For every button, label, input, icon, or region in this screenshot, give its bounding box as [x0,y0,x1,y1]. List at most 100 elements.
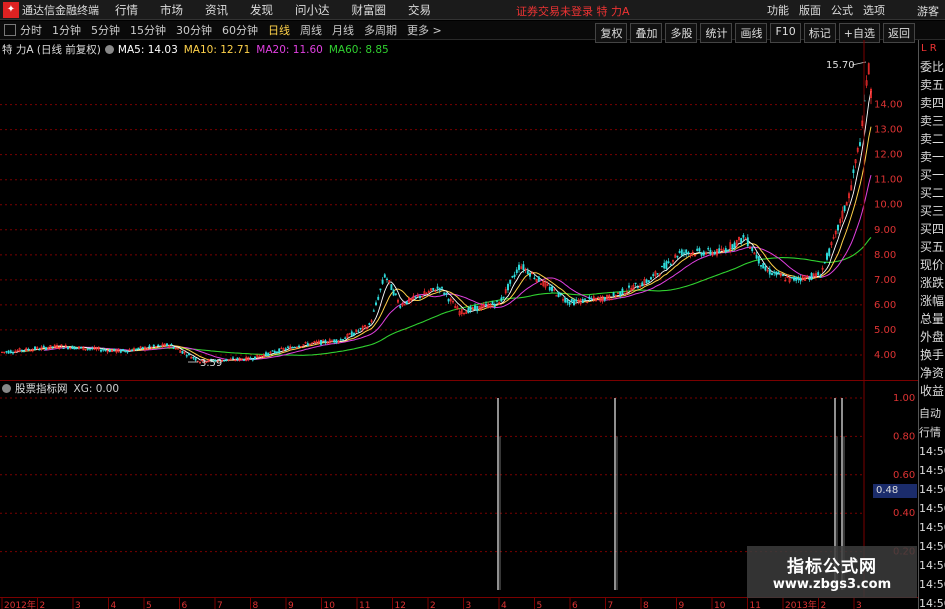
period-monthly[interactable]: 月线 [332,22,354,38]
candle-body [564,297,567,303]
period-5min[interactable]: 5分钟 [91,22,120,38]
candle-body [634,282,637,285]
candle-body [357,330,360,332]
candle-body [381,279,384,284]
candle-body [86,348,89,350]
menu-function[interactable]: 功能 [767,2,789,18]
time-axis-label: 9 [288,601,294,609]
price-tick-label: 7.00 [874,275,896,286]
candle-body [513,274,516,277]
candle-body [808,278,811,280]
candle-body [443,292,446,295]
menu-market[interactable]: 市场 [160,2,183,18]
candle-body [89,348,91,350]
candle-body [291,346,294,349]
menu-trade[interactable]: 交易 [408,2,431,18]
candle-body [727,250,729,252]
candle-body [225,358,228,361]
candle-body [67,346,69,350]
candle-body [124,350,127,352]
period-intraday[interactable]: 分时 [20,22,42,38]
candle-body [80,346,83,349]
menu-news[interactable]: 资讯 [205,2,228,18]
candle-body [559,293,562,296]
candle-body [713,251,716,255]
candle-body [724,248,727,253]
ma20-line [43,174,872,361]
price-tick-label: 5.00 [874,325,896,336]
candle-body [500,297,503,302]
candle-body [852,169,855,174]
candle-body [377,296,380,300]
candle-body [669,263,672,266]
candle-body [746,237,749,247]
candle-body [159,345,162,347]
candle-body [645,279,648,283]
guest-label[interactable]: 游客 [917,3,939,19]
candle-body [170,344,173,346]
candle-body [12,352,14,354]
period-more[interactable]: 更多 > [407,22,442,38]
candle-body [700,252,703,256]
ma10-line [21,126,872,362]
candle-body [771,273,773,276]
candle-body [414,296,417,298]
period-30min[interactable]: 30分钟 [176,22,212,38]
candle-body [507,284,509,291]
period-daily[interactable]: 日线 [268,22,290,38]
candle-body [75,347,78,349]
candle-body [687,252,690,254]
menu-options[interactable]: 选项 [863,2,885,18]
candle-body [474,305,476,310]
candle-body [828,248,831,256]
candle-body [511,275,514,278]
period-15min[interactable]: 15分钟 [130,22,166,38]
period-weekly[interactable]: 周线 [300,22,322,38]
sidebar-quote-label: 现价 [920,258,945,272]
sidebar-tick-item: 14:50 [919,483,945,496]
candle-body [353,333,355,336]
menu-layout[interactable]: 版面 [799,2,821,18]
price-tick-label: 12.00 [874,150,903,161]
menu-ask[interactable]: 问小达 [295,2,330,18]
time-axis-label: 4 [111,601,117,609]
candle-body [509,279,512,284]
menu-wealth[interactable]: 财富圈 [352,2,387,18]
sidebar-lr-toggle[interactable]: L R [919,40,945,58]
low-price-label: 3.59 [200,358,222,369]
candle-body [650,277,652,280]
time-axis-label: 7 [217,601,223,609]
price-chart[interactable]: 14.00 13.00 12.00 11.00 10.00 9.00 8.00 7.00 6.0… [0,40,918,380]
candle-body [320,339,322,345]
candle-body [683,252,685,254]
candle-body [826,253,828,260]
candle-body [438,287,441,291]
sidebar-tick-item: 14:50 [919,521,945,534]
candle-body [843,205,846,212]
sidebar-tick-item: 14:50 [919,464,945,477]
period-menu-icon[interactable] [4,24,16,36]
sidebar-quote-label: 涨跌 [920,276,945,290]
sidebar-quote-label: 卖一 [920,150,945,164]
candle-body [344,337,347,339]
candle-body [584,298,586,300]
candle-body [394,293,397,296]
candle-body [324,340,327,344]
period-1min[interactable]: 1分钟 [52,22,81,38]
candle-body [91,347,94,350]
candle-body [469,306,472,311]
sidebar-tick-item: 14:50 [919,597,945,609]
price-tick-label: 6.00 [874,300,896,311]
period-multi[interactable]: 多周期 [364,22,397,38]
candle-body [166,343,168,347]
time-axis-label: 4 [501,601,507,609]
menu-discover[interactable]: 发现 [250,2,273,18]
candle-body [619,291,622,296]
candle-body [298,345,300,348]
candle-body [707,248,710,250]
candle-body [665,261,668,269]
menu-quote[interactable]: 行情 [115,2,138,18]
menu-formula[interactable]: 公式 [831,2,853,18]
period-60min[interactable]: 60分钟 [222,22,258,38]
candle-body [152,344,155,347]
